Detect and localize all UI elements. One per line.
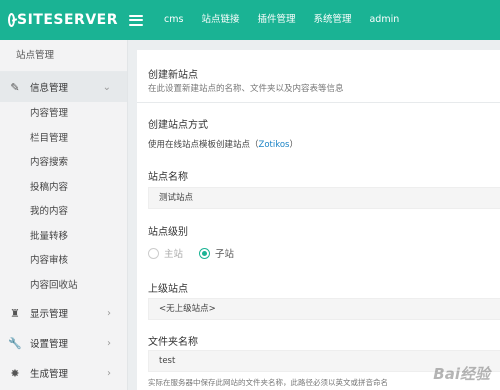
radio-main-site-label[interactable]: 主站 [164,246,183,260]
nav-system-management[interactable]: 系统管理 [304,0,360,40]
sidebar-item-channel-management[interactable]: 栏目管理 [0,127,127,152]
sidebar-item-batch-transfer[interactable]: 批量转移 [0,225,127,250]
create-site-panel: 创建新站点 在此设置新建站点的名称、文件夹以及内容表等信息 创建站点方式 使用在… [137,50,500,390]
top-bar: SITESERVER cms 站点链接 插件管理 系统管理 admin [0,0,500,40]
sidebar-item-content-review[interactable]: 内容审核 [0,249,127,274]
divider [137,102,500,103]
menu-toggle-icon[interactable] [129,14,143,26]
wrench-icon: 🔧 [8,336,22,350]
watermark: Bai经验 [433,365,490,383]
panel-title: 创建新站点 [148,70,198,81]
site-name-input[interactable]: 测试站点 [148,187,500,209]
edit-icon: ✎ [10,80,20,94]
site-level-radio-group: 主站 子站 [148,246,250,260]
magic-icon: ✸ [10,366,20,380]
nav-admin[interactable]: admin [360,0,408,40]
create-method-prefix: 使用在线站点模板创建站点（ [148,140,259,150]
sidebar-group-label: 显示管理 [30,309,69,320]
sidebar-group-label: 设置管理 [30,339,69,350]
sidebar-item-my-content[interactable]: 我的内容 [0,200,127,225]
site-name-label: 站点名称 [148,172,188,183]
brand-logo[interactable]: SITESERVER [0,0,118,40]
create-method-text: 使用在线站点模板创建站点（Zotikos） [148,138,298,150]
sidebar-item-content-management[interactable]: 内容管理 [0,102,127,127]
chevron-right-icon: › [107,307,111,319]
sidebar-item-submissions[interactable]: 投稿内容 [0,176,127,201]
sidebar-title: 站点管理 [0,40,127,72]
sidebar: 站点管理 ✎ 信息管理 ⌄ 内容管理 栏目管理 内容搜索 投稿内容 我的内容 批… [0,40,128,390]
brand-name: SITESERVER [16,12,118,28]
nav-cms[interactable]: cms [155,0,192,40]
create-method-label: 创建站点方式 [148,120,208,131]
parent-site-select[interactable]: <无上级站点> [148,298,500,320]
folder-name-hint: 实际在服务器中保存此网站的文件夹名称，此路径必须以英文或拼音命名 [148,378,388,387]
chevron-down-icon: ⌄ [102,81,111,93]
radio-sub-site[interactable] [199,247,211,259]
folder-name-label: 文件夹名称 [148,337,198,348]
sidebar-group-label: 信息管理 [30,83,69,94]
sidebar-item-content-search[interactable]: 内容搜索 [0,151,127,176]
template-link[interactable]: Zotikos [259,140,290,150]
sidebar-item-recycle-bin[interactable]: 内容回收站 [0,274,127,299]
tshirt-icon: ♜ [10,306,20,320]
sidebar-group-info-management[interactable]: ✎ 信息管理 ⌄ [0,72,127,102]
site-level-label: 站点级别 [148,227,188,238]
nav-plugin-management[interactable]: 插件管理 [248,0,304,40]
sidebar-group-settings-management[interactable]: 🔧 设置管理 › [0,328,127,358]
create-method-suffix: ） [289,140,298,150]
chevron-right-icon: › [107,367,111,379]
radio-sub-site-label[interactable]: 子站 [215,246,234,260]
nav-site-links[interactable]: 站点链接 [192,0,248,40]
sidebar-group-generate-management[interactable]: ✸ 生成管理 › [0,358,127,388]
parent-site-label: 上级站点 [148,284,188,295]
radio-main-site[interactable] [148,247,159,259]
sidebar-group-label: 生成管理 [30,369,69,380]
chevron-right-icon: › [107,337,111,349]
logo-mark-icon [8,13,15,27]
sidebar-group-display-management[interactable]: ♜ 显示管理 › [0,298,127,328]
panel-description: 在此设置新建站点的名称、文件夹以及内容表等信息 [148,84,344,94]
